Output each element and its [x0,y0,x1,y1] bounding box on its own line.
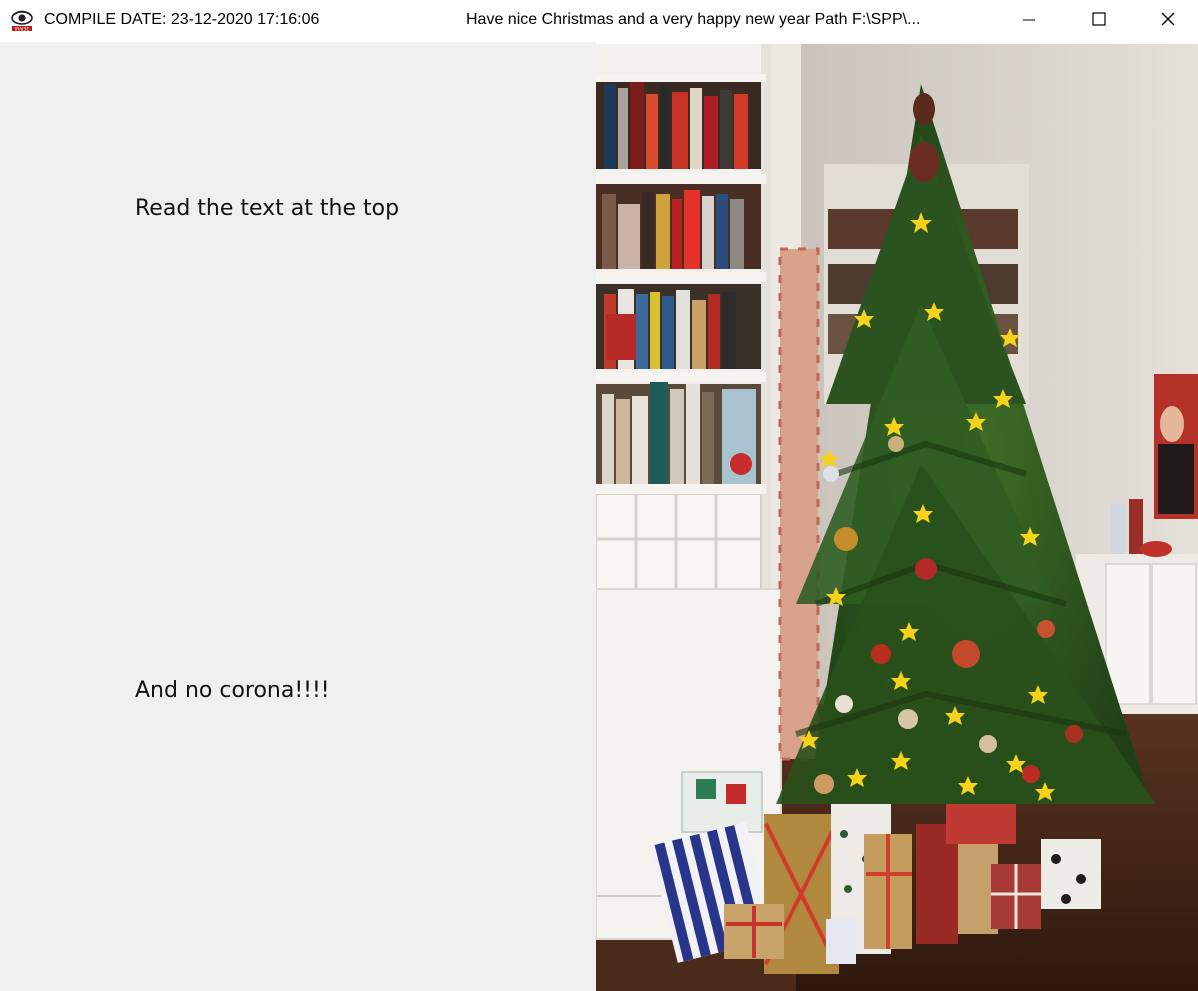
bookshelf-books [596,74,766,590]
close-icon [1161,11,1175,30]
eye-logo-icon[interactable]: IRAISE [10,9,34,33]
message-panel: Read the text at the top And no corona!!… [0,42,596,991]
maximize-icon [1092,11,1106,30]
compile-date-label: COMPILE DATE: 23-12-2020 17:16:06 [44,11,320,28]
window-title: Have nice Christmas and a very happy new… [466,11,921,28]
minimize-icon [1023,11,1035,30]
close-button[interactable] [1134,0,1198,40]
christmas-tree-photo [596,44,1198,991]
minimize-button[interactable] [995,0,1063,40]
svg-text:IRAISE: IRAISE [15,26,30,32]
message-line-1: Read the text at the top [135,196,400,221]
title-bar[interactable]: IRAISE COMPILE DATE: 23-12-2020 17:16:06… [0,0,1198,42]
message-line-2: And no corona!!!! [135,678,330,703]
maximize-button[interactable] [1065,0,1133,40]
